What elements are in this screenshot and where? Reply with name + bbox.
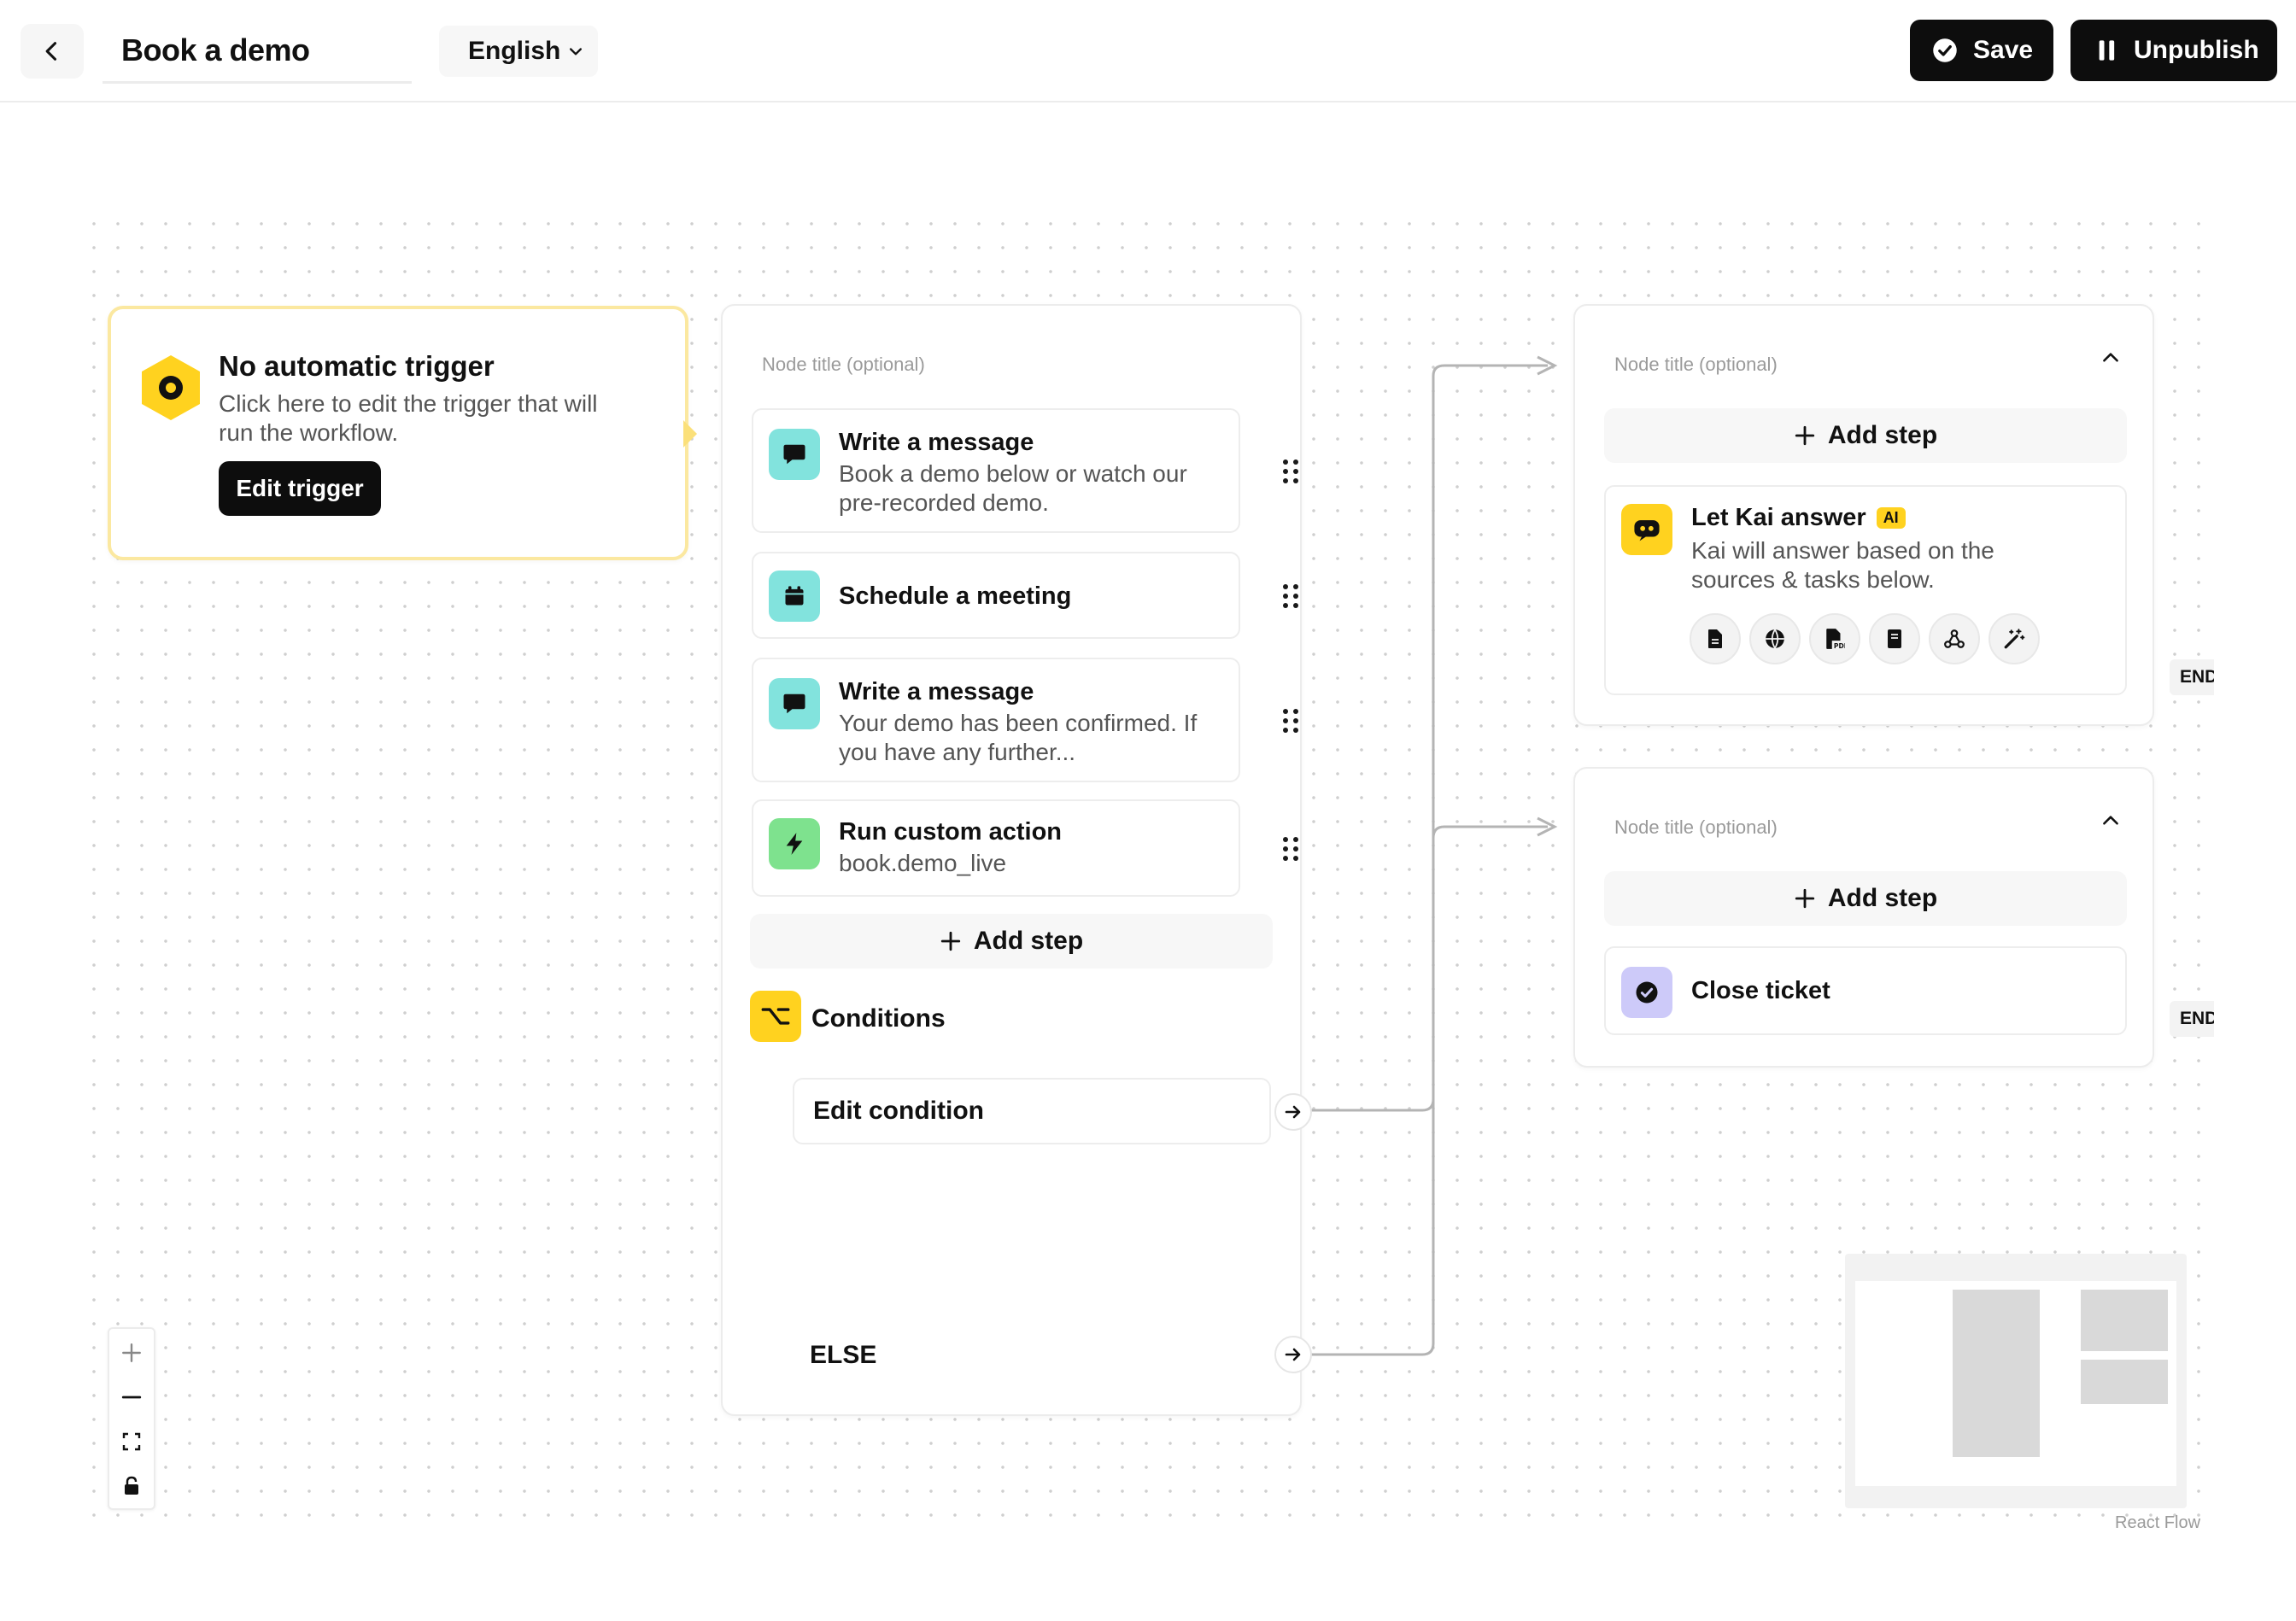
- trigger-output-handle[interactable]: [683, 420, 697, 448]
- chevron-up-icon[interactable]: [2100, 347, 2122, 369]
- else-output-handle[interactable]: [1274, 1336, 1312, 1373]
- add-step-button[interactable]: Add step: [750, 914, 1273, 969]
- lightning-icon: [769, 818, 820, 869]
- minimap-viewport: [1855, 1281, 2176, 1486]
- globe-icon[interactable]: [1749, 613, 1801, 664]
- zoom-in-button[interactable]: [109, 1331, 154, 1375]
- drag-handle-icon[interactable]: [1283, 584, 1298, 608]
- close-ticket-icon: [1621, 967, 1672, 1018]
- drag-handle-icon[interactable]: [1283, 837, 1298, 861]
- trigger-title: No automatic trigger: [219, 350, 495, 382]
- kai-description: Kai will answer based on the sources & t…: [1691, 537, 1994, 593]
- fit-view-button[interactable]: [109, 1419, 154, 1464]
- branch-node-bottom[interactable]: Node title (optional) Add step Close tic…: [1573, 767, 2154, 1068]
- react-flow-attribution[interactable]: React Flow: [2115, 1513, 2200, 1533]
- branch-node-top[interactable]: Node title (optional) Add step Let Kai a…: [1573, 304, 2154, 726]
- arrow-right-icon: [1285, 1348, 1301, 1361]
- end-tag: END: [2170, 1001, 2214, 1037]
- step-run-custom-action[interactable]: Run custom action book.demo_live: [752, 799, 1298, 897]
- add-step-label: Add step: [973, 927, 1084, 955]
- kai-source-icons: PDF: [1690, 613, 2040, 664]
- step-subtitle: Your demo has been confirmed. If you hav…: [839, 710, 1198, 765]
- magic-wand-icon[interactable]: [1988, 613, 2040, 664]
- edit-condition-button[interactable]: Edit condition: [793, 1078, 1271, 1144]
- conditions-label: Conditions: [811, 1004, 946, 1033]
- kai-title-text: Let Kai answer: [1691, 504, 1866, 531]
- plus-icon: [1795, 888, 1814, 909]
- trigger-description: Click here to edit the trigger that will…: [219, 390, 598, 446]
- kai-bot-icon: [1621, 504, 1672, 555]
- step-subtitle: book.demo_live: [839, 850, 1007, 876]
- message-icon: [769, 678, 820, 729]
- minimap-node: [2081, 1290, 2168, 1351]
- step-write-message-1[interactable]: Write a message Book a demo below or wat…: [752, 408, 1298, 533]
- chevron-up-icon[interactable]: [2100, 810, 2122, 832]
- step-title: Write a message: [839, 429, 1034, 456]
- step-title: Schedule a meeting: [839, 582, 1072, 610]
- else-label: ELSE: [810, 1341, 877, 1369]
- minimap-node: [2081, 1360, 2168, 1404]
- kai-title: Let Kai answer AI: [1691, 504, 1906, 532]
- close-ticket-label: Close ticket: [1691, 977, 1830, 1004]
- add-step-button[interactable]: Add step: [1604, 871, 2127, 926]
- add-step-button[interactable]: Add step: [1604, 408, 2127, 463]
- svg-text:PDF: PDF: [1834, 642, 1845, 650]
- edit-condition-label: Edit condition: [813, 1097, 984, 1125]
- lock-icon: [125, 1476, 138, 1495]
- arrow-right-icon: [1285, 1105, 1301, 1119]
- trigger-hexagon-icon: [142, 355, 200, 420]
- drag-handle-icon[interactable]: [1283, 709, 1298, 733]
- drag-handle-icon[interactable]: [1283, 459, 1298, 483]
- end-tag: END: [2170, 659, 2214, 695]
- plus-icon: [122, 1343, 141, 1362]
- step-schedule-meeting[interactable]: Schedule a meeting: [752, 552, 1298, 639]
- fit-view-icon: [122, 1432, 141, 1451]
- main-workflow-node[interactable]: Node title (optional) Write a message Bo…: [721, 304, 1312, 1416]
- conditions-branch-icon: [750, 991, 801, 1042]
- add-step-label: Add step: [1827, 421, 1938, 449]
- plus-icon: [1795, 425, 1814, 446]
- minus-icon: [121, 1396, 142, 1399]
- trigger-node[interactable]: No automatic trigger Click here to edit …: [108, 306, 688, 560]
- ai-badge: AI: [1876, 507, 1906, 529]
- close-ticket-step[interactable]: Close ticket: [1604, 946, 2127, 1035]
- node-title-input[interactable]: Node title (optional): [1614, 354, 1778, 376]
- minimap[interactable]: [1845, 1254, 2187, 1508]
- plus-icon: [940, 931, 960, 951]
- let-kai-answer-step[interactable]: Let Kai answer AI Kai will answer based …: [1604, 485, 2127, 695]
- step-title: Run custom action: [839, 818, 1063, 846]
- book-icon[interactable]: [1869, 613, 1920, 664]
- edit-trigger-button[interactable]: Edit trigger: [219, 461, 381, 516]
- minimap-node: [1953, 1290, 2040, 1457]
- message-icon: [769, 429, 820, 480]
- add-step-label: Add step: [1827, 884, 1938, 912]
- node-title-input[interactable]: Node title (optional): [1614, 816, 1778, 839]
- pdf-icon[interactable]: PDF: [1809, 613, 1860, 664]
- node-title-input[interactable]: Node title (optional): [762, 354, 925, 376]
- document-icon[interactable]: [1690, 613, 1741, 664]
- step-title: Write a message: [839, 678, 1034, 705]
- step-subtitle: Book a demo below or watch our pre-recor…: [839, 460, 1187, 516]
- webhook-icon[interactable]: [1929, 613, 1980, 664]
- calendar-icon: [769, 571, 820, 622]
- zoom-out-button[interactable]: [109, 1375, 154, 1419]
- step-write-message-2[interactable]: Write a message Your demo has been confi…: [752, 658, 1298, 782]
- lock-button[interactable]: [109, 1464, 154, 1508]
- condition-output-handle[interactable]: [1274, 1093, 1312, 1131]
- zoom-controls: [108, 1327, 155, 1510]
